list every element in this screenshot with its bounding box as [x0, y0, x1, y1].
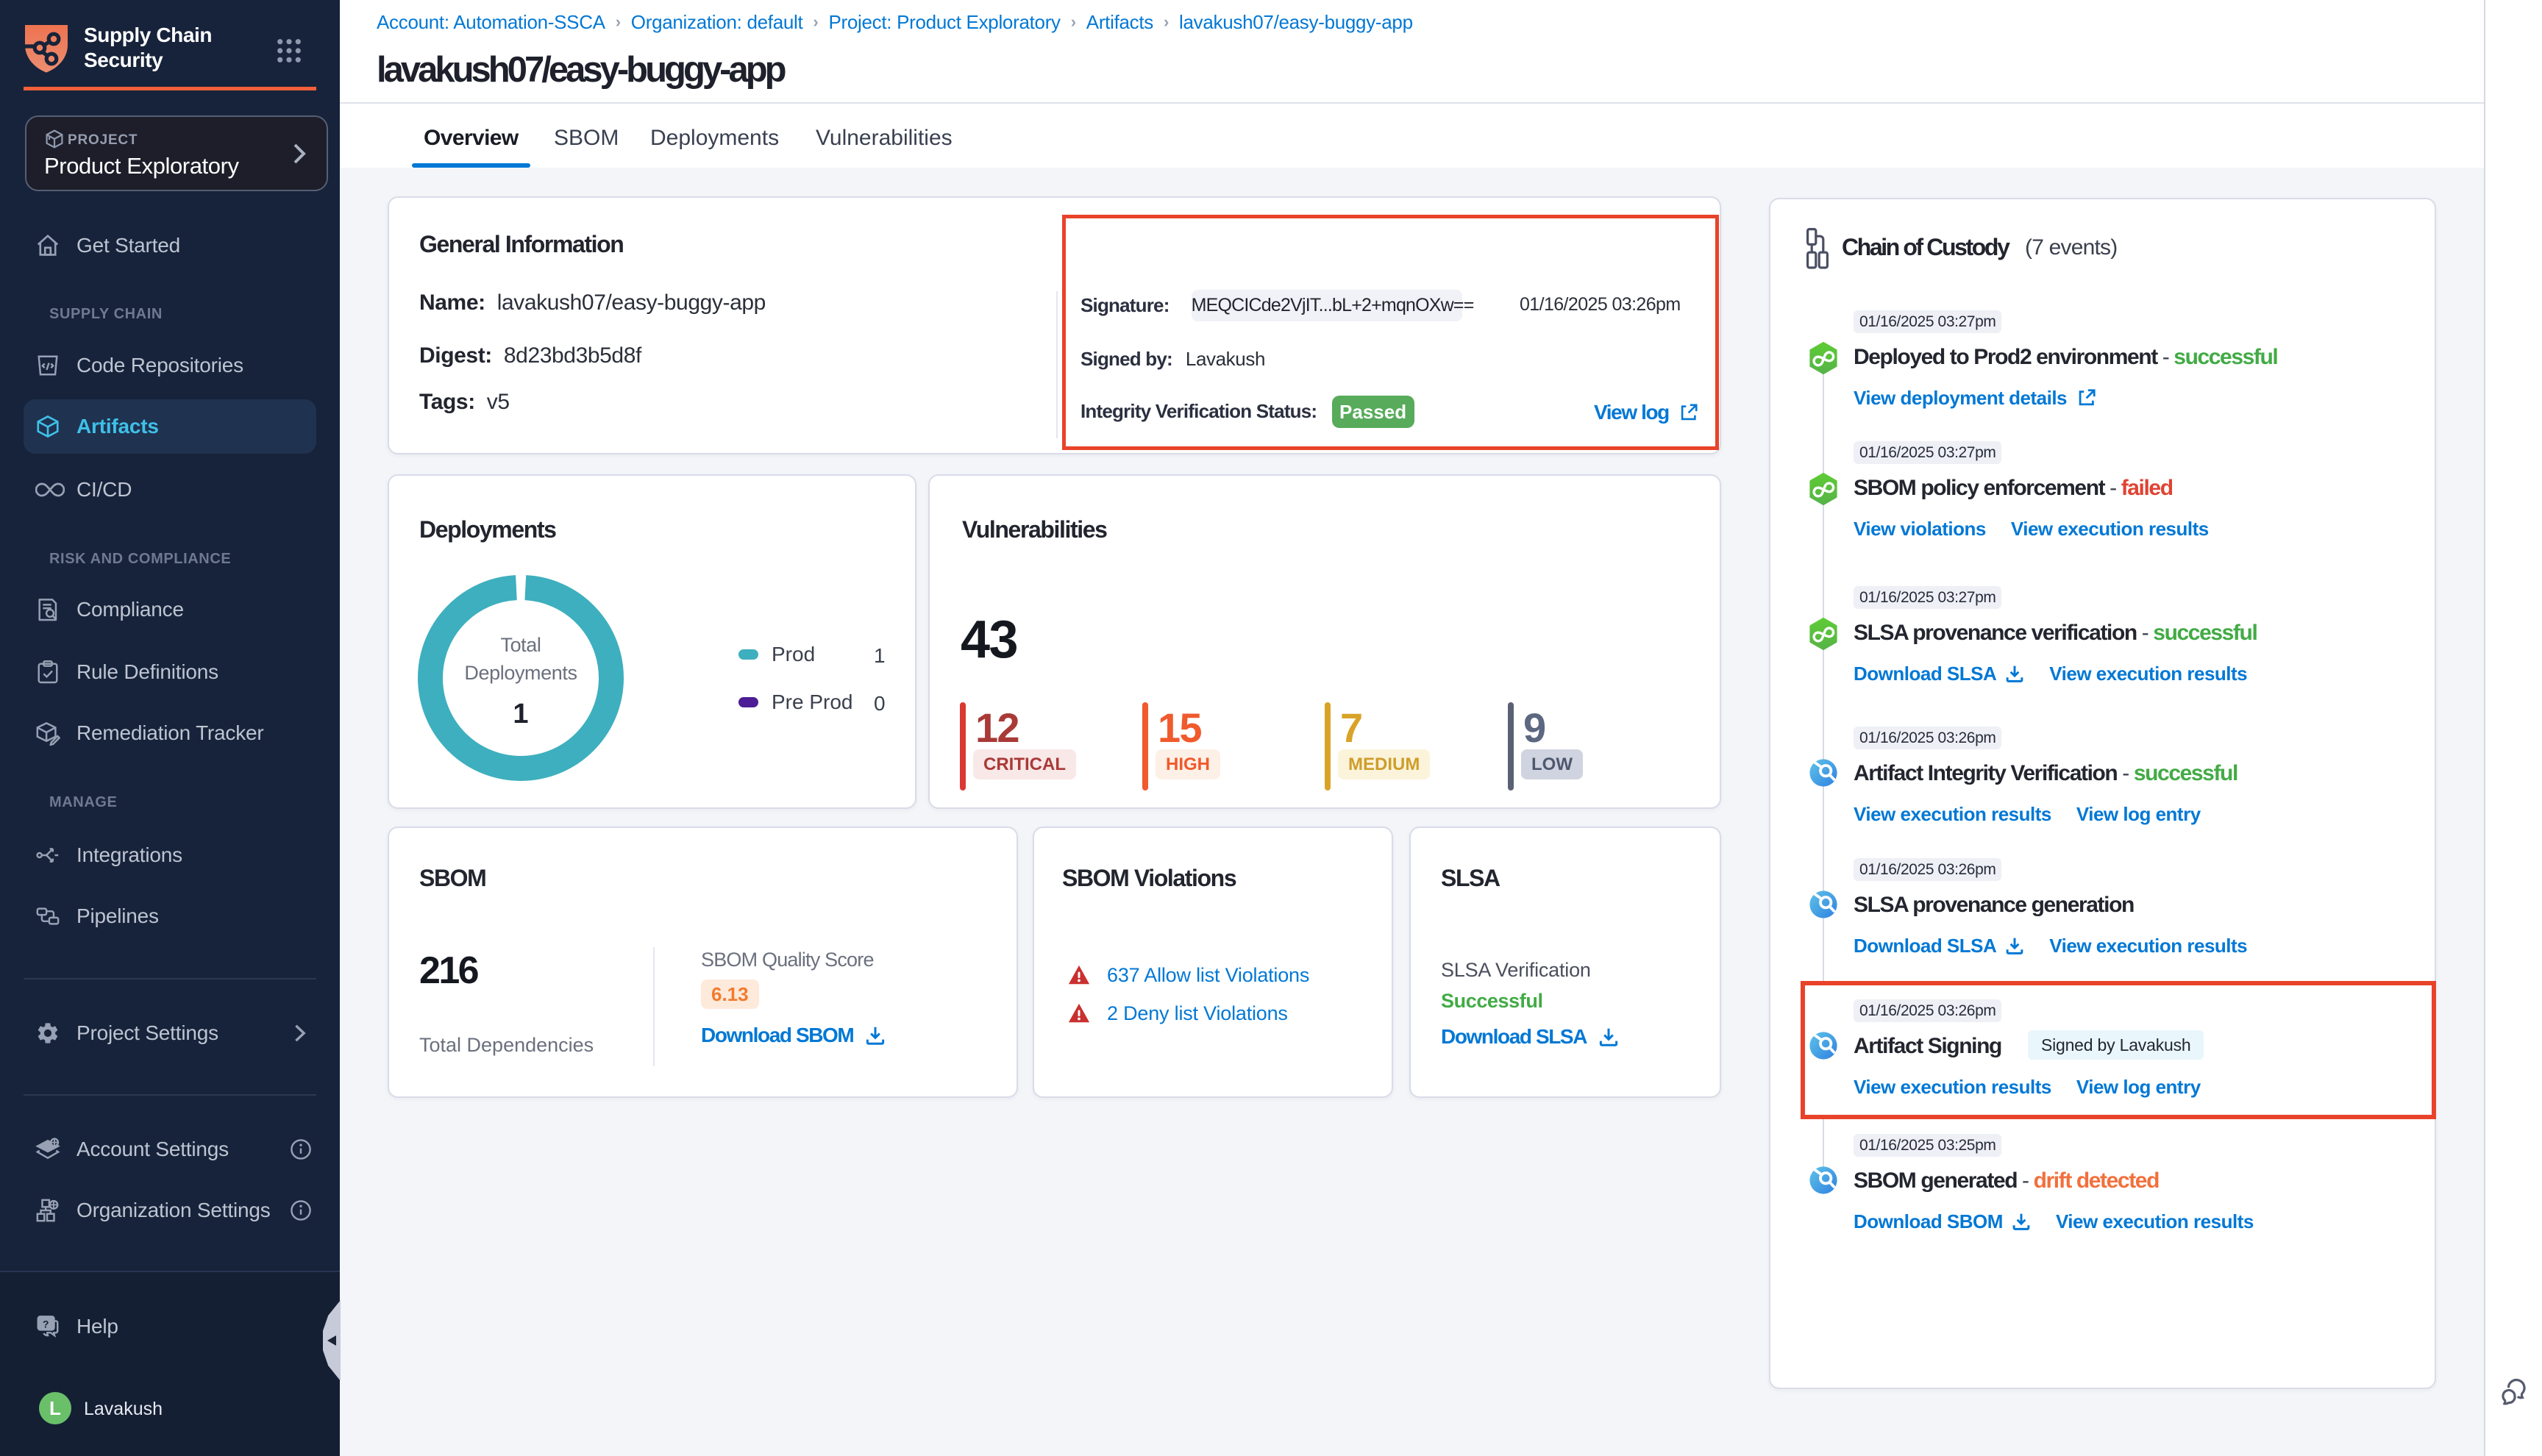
- svg-text:?: ?: [43, 1319, 49, 1331]
